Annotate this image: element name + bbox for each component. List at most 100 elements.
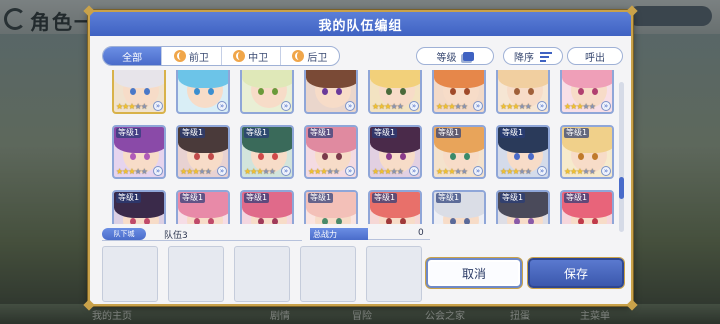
sort-by-level-button[interactable]: 等级	[416, 47, 494, 65]
callout-label: 呼出	[585, 52, 605, 64]
sort-order-button[interactable]: 降序	[503, 47, 563, 65]
character-card[interactable]: ★★★★★ »	[496, 70, 550, 114]
character-eye	[272, 88, 278, 95]
star-rating-icon: ★★★★★	[500, 167, 532, 176]
character-eye	[400, 153, 406, 160]
character-card[interactable]: 等级1 ★★★★★ »	[240, 125, 294, 179]
character-eye	[336, 88, 342, 95]
team-edit-dialog: 我的队伍编组 全部 前卫 中卫 后卫 等级 降序 呼出 ★★★★★ » » » » ★★★…	[83, 5, 638, 311]
cancel-button[interactable]: 取消	[426, 258, 522, 288]
character-hair	[306, 70, 356, 88]
character-eye	[208, 153, 214, 160]
character-eye	[194, 153, 200, 160]
save-button[interactable]: 保存	[528, 258, 624, 288]
midguard-position-icon	[233, 50, 246, 62]
character-card[interactable]: 等级1 ★★★★★ »	[368, 125, 422, 179]
rank-arrow-icon: »	[601, 101, 611, 111]
rank-arrow-icon: »	[153, 166, 163, 176]
roster-scrollbar[interactable]	[619, 82, 624, 232]
character-eye	[272, 218, 278, 224]
character-level: 等级1	[500, 128, 526, 138]
character-card[interactable]: 等级1 ★★★★★ »	[432, 125, 486, 179]
character-eye	[450, 153, 456, 160]
character-eye	[144, 88, 150, 95]
team-slot-3[interactable]	[234, 246, 290, 302]
tab-front[interactable]: 前卫	[162, 47, 222, 65]
rank-arrow-icon: »	[345, 166, 355, 176]
total-power-value: 0	[418, 228, 424, 238]
tab-label: 前卫	[188, 52, 209, 64]
dialog-header: 我的队伍编组	[90, 12, 631, 36]
character-card[interactable]: 等级1 ★★★★★ »	[112, 125, 166, 179]
rank-arrow-icon: »	[153, 101, 163, 111]
character-level: 等级1	[244, 193, 270, 203]
character-card[interactable]: 等级1»	[176, 190, 230, 224]
power-underline	[368, 239, 430, 240]
character-card[interactable]: 等级1»	[304, 190, 358, 224]
rank-arrow-icon: »	[281, 101, 291, 111]
character-card[interactable]: 等级1 ★★★★★ »	[560, 125, 614, 179]
character-eye	[578, 218, 584, 224]
character-card[interactable]: ★★★★★ »	[560, 70, 614, 114]
tab-rear[interactable]: 后卫	[281, 47, 339, 65]
character-level: 等级1	[564, 193, 590, 203]
character-card[interactable]: 等级1»	[560, 190, 614, 224]
character-card[interactable]: 等级1 ★★★★★ »	[496, 125, 550, 179]
character-card[interactable]: 等级1»	[496, 190, 550, 224]
character-card[interactable]: 等级1»	[112, 190, 166, 224]
character-eye	[450, 218, 456, 224]
team-slot-2[interactable]	[168, 246, 224, 302]
cancel-label: 取消	[461, 266, 486, 281]
star-rating-icon: ★★★★★	[436, 167, 468, 176]
star-rating-icon: ★★★★★	[244, 167, 276, 176]
character-card[interactable]: ★★★★★ »	[432, 70, 486, 114]
star-rating-icon: ★★★★★	[436, 102, 468, 111]
team-slot-1[interactable]	[102, 246, 158, 302]
character-eye	[400, 88, 406, 95]
rank-arrow-icon: »	[537, 166, 547, 176]
character-hair	[370, 70, 420, 88]
character-card[interactable]: 等级1 ★★★★★ »	[304, 125, 358, 179]
team-slot-4[interactable]	[300, 246, 356, 302]
character-eye	[464, 153, 470, 160]
character-card[interactable]: 等级1»	[368, 190, 422, 224]
team-info-bar: 队下城 队伍3 总战力 0	[102, 228, 430, 242]
tab-all[interactable]: 全部	[103, 47, 163, 65]
character-hair	[242, 70, 292, 88]
star-rating-icon: ★★★★★	[564, 167, 596, 176]
tab-label: 后卫	[307, 52, 328, 64]
callout-button[interactable]: 呼出	[567, 47, 623, 65]
character-eye	[130, 218, 136, 224]
character-card[interactable]: ★★★★★ »	[368, 70, 422, 114]
character-eye	[322, 153, 328, 160]
star-rating-icon: ★★★★★	[180, 167, 212, 176]
character-eye	[528, 218, 534, 224]
character-eye	[528, 88, 534, 95]
character-hair	[178, 70, 228, 88]
scrollbar-thumb[interactable]	[619, 177, 624, 199]
character-eye	[208, 88, 214, 95]
character-card[interactable]: »	[240, 70, 294, 114]
character-eye	[208, 218, 214, 224]
team-slot-5[interactable]	[366, 246, 422, 302]
character-hair	[114, 70, 164, 88]
character-hair	[498, 70, 548, 88]
character-eye	[400, 218, 406, 224]
star-rating-icon: ★★★★★	[116, 102, 148, 111]
tab-middle[interactable]: 中卫	[222, 47, 281, 65]
save-label: 保存	[563, 266, 588, 281]
rank-arrow-icon: »	[409, 166, 419, 176]
character-level: 等级1	[180, 193, 206, 203]
character-card[interactable]: »	[176, 70, 230, 114]
character-card[interactable]: 等级1»	[432, 190, 486, 224]
character-eye	[592, 153, 598, 160]
team-tag-badge: 队下城	[102, 228, 146, 240]
character-card[interactable]: 等级1 ★★★★★ »	[176, 125, 230, 179]
total-power-label: 总战力	[310, 228, 368, 240]
character-card[interactable]: »	[304, 70, 358, 114]
character-card[interactable]: 等级1»	[240, 190, 294, 224]
character-eye	[144, 153, 150, 160]
character-card[interactable]: ★★★★★ »	[112, 70, 166, 114]
character-eye	[578, 153, 584, 160]
character-eye	[130, 88, 136, 95]
